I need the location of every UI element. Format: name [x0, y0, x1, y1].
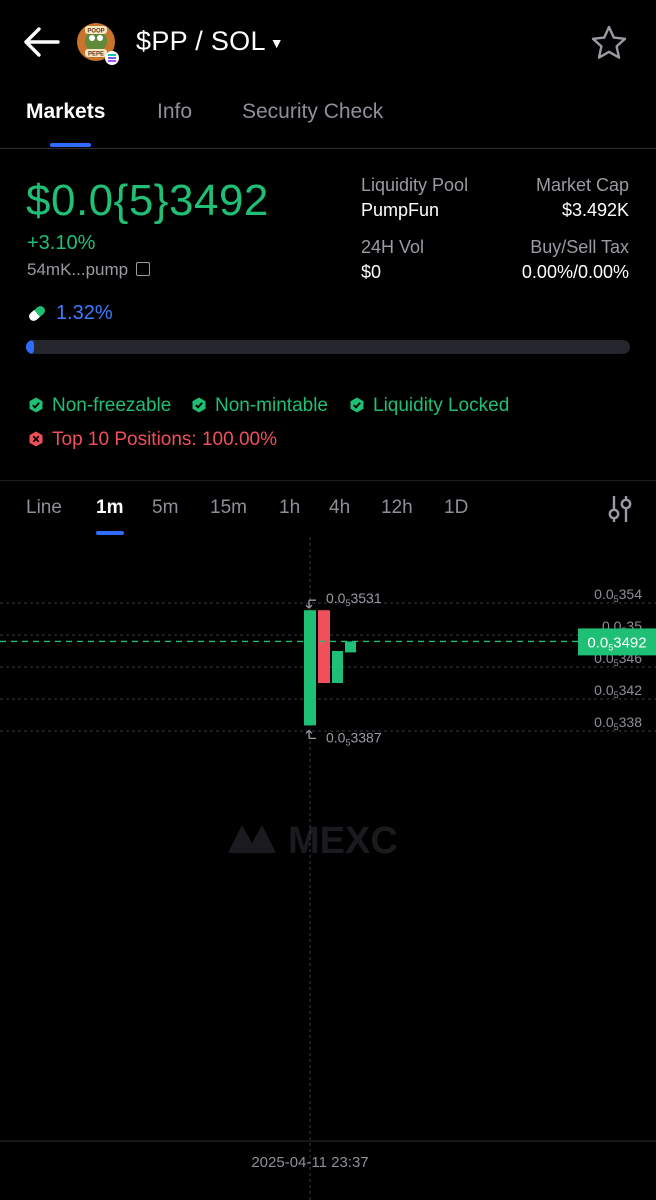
watermark-text: MEXC — [288, 820, 398, 862]
chart-settings-icon[interactable] — [606, 494, 634, 524]
market-cap-value: $3.492K — [561, 200, 629, 220]
bonding-progress-value: 1.32% — [56, 302, 113, 324]
current-price-label: 0.053492 — [587, 634, 646, 652]
tax-label: Buy/Sell Tax — [530, 237, 629, 257]
copy-icon[interactable] — [136, 262, 151, 276]
active-tab-indicator — [50, 143, 91, 147]
pair-selector[interactable]: $PP / SOL ▼ — [136, 26, 284, 57]
token-price: $0.0{5}3492 — [26, 176, 269, 225]
timeframe-1m[interactable]: 1m — [96, 497, 123, 519]
high-price-label: 0.053531 — [326, 590, 382, 608]
divider — [0, 480, 656, 481]
pair-title: $PP / SOL — [136, 26, 266, 56]
candle — [332, 651, 343, 683]
liquidity-pool-label: Liquidity Pool — [361, 175, 469, 195]
timeframe-line[interactable]: Line — [26, 497, 62, 519]
tax-value: 0.00%/0.00% — [521, 262, 629, 282]
timeframe-15m[interactable]: 15m — [210, 497, 247, 519]
check-shield-icon — [29, 397, 43, 413]
logo-text-bottom: PEPE — [88, 52, 104, 58]
star-icon[interactable] — [590, 24, 628, 62]
low-price-label: 0.053387 — [326, 729, 382, 747]
mexc-logo-icon — [228, 825, 276, 853]
active-timeframe-indicator — [96, 531, 124, 535]
pill-icon — [27, 304, 47, 323]
badge-liquidity-locked: Liquidity Locked — [349, 395, 509, 417]
candle — [345, 641, 356, 653]
x-axis-label: 2025-04-11 23:37 — [251, 1154, 368, 1171]
price-chart[interactable]: MEXC0.053540.05350.053460.053420.053380.… — [0, 537, 656, 1200]
mexc-watermark: MEXC — [228, 820, 398, 862]
candle — [304, 610, 316, 726]
y-tick-label: 0.05338 — [594, 714, 642, 732]
timeframe-12h[interactable]: 12h — [381, 497, 413, 519]
y-tick-label: 0.05354 — [594, 586, 642, 604]
check-shield-icon — [192, 397, 206, 413]
tab-security-check[interactable]: Security Check — [242, 100, 383, 124]
address-text: 54mK...pump — [27, 260, 129, 279]
check-shield-icon — [350, 397, 364, 413]
x-shield-icon — [29, 431, 43, 447]
badge-top10-label: Top 10 Positions: 100.00% — [52, 429, 277, 450]
badge-liquidity-locked-label: Liquidity Locked — [373, 395, 510, 416]
bonding-progress-bar — [26, 340, 630, 354]
timeframe-1d[interactable]: 1D — [444, 497, 468, 519]
token-logo: POOP PEPE — [77, 23, 119, 65]
badge-non-mintable-label: Non-mintable — [215, 395, 328, 416]
tab-markets[interactable]: Markets — [26, 100, 105, 124]
badge-non-mintable: Non-mintable — [191, 395, 328, 417]
caret-down-icon: ▼ — [269, 34, 284, 51]
timeframe-5m[interactable]: 5m — [152, 497, 178, 519]
y-tick-label: 0.05342 — [594, 682, 642, 700]
timeframe-4h[interactable]: 4h — [329, 497, 350, 519]
solana-icon — [108, 54, 116, 62]
badge-non-freezable: Non-freezable — [28, 395, 171, 417]
volume-label: 24H Vol — [361, 237, 425, 257]
high-arrow-icon — [305, 599, 316, 609]
top-bar: POOP PEPE $PP / SOL ▼ — [0, 0, 656, 90]
bonding-progress-label: 1.32% — [27, 302, 113, 325]
logo-text-top: POOP — [87, 29, 104, 35]
low-arrow-icon — [305, 729, 316, 740]
main-tabs: Markets Info Security Check — [0, 96, 656, 149]
market-cap-label: Market Cap — [535, 175, 629, 195]
liquidity-pool-value: PumpFun — [361, 200, 440, 220]
back-arrow-icon[interactable] — [22, 24, 62, 60]
badge-top10: Top 10 Positions: 100.00% — [28, 429, 277, 451]
bonding-progress-fill — [26, 340, 34, 354]
candle — [318, 610, 330, 683]
tab-info[interactable]: Info — [157, 100, 192, 124]
contract-address[interactable]: 54mK...pump — [27, 260, 151, 280]
price-change: +3.10% — [27, 232, 96, 254]
volume-value: $0 — [361, 262, 382, 282]
timeframe-1h[interactable]: 1h — [279, 497, 300, 519]
badge-non-freezable-label: Non-freezable — [52, 395, 172, 416]
